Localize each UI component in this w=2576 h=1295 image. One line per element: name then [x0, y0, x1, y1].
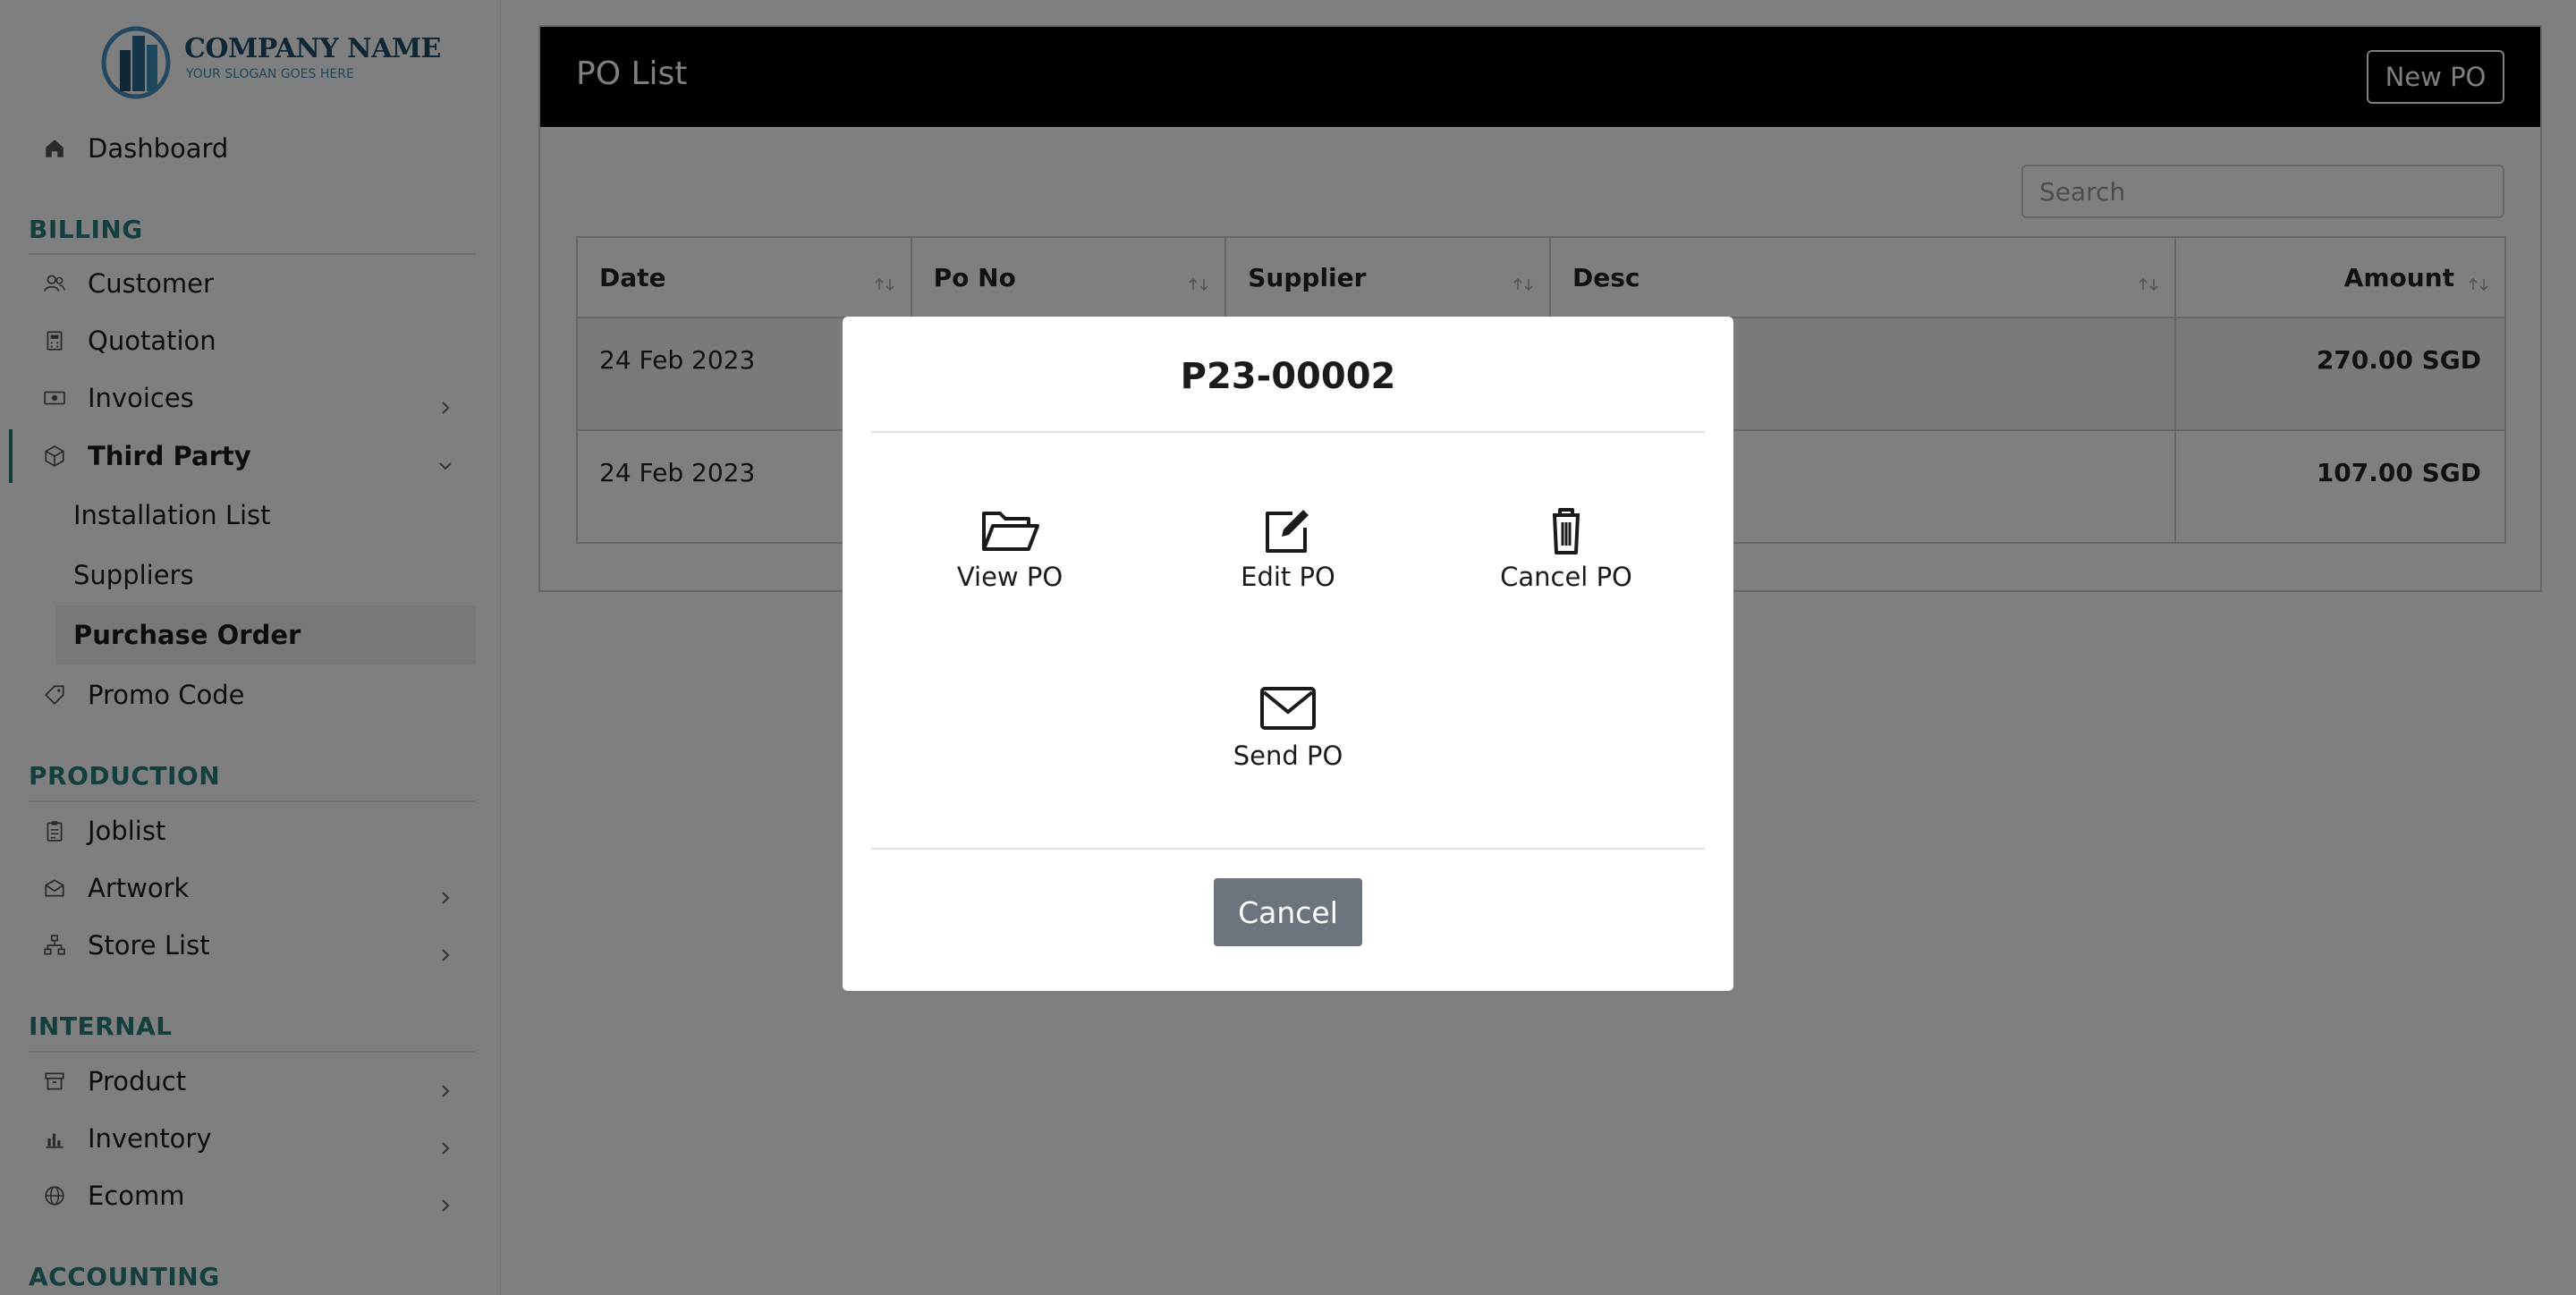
action-label: Cancel PO	[1500, 562, 1632, 592]
action-label: Send PO	[1233, 741, 1343, 771]
edit-po-action[interactable]: Edit PO	[1185, 504, 1391, 612]
modal-divider	[871, 848, 1705, 850]
modal-divider	[871, 431, 1705, 433]
folder-open-icon	[979, 504, 1041, 556]
action-label: View PO	[956, 562, 1063, 592]
modal-title: P23-00002	[1180, 356, 1396, 397]
action-label: Edit PO	[1241, 562, 1335, 592]
view-po-action[interactable]: View PO	[907, 504, 1113, 612]
edit-icon	[1257, 504, 1319, 556]
cancel-po-action[interactable]: Cancel PO	[1463, 504, 1669, 612]
send-po-action[interactable]: Send PO	[1185, 683, 1391, 791]
cancel-button[interactable]: Cancel	[1214, 878, 1362, 946]
envelope-icon	[1257, 683, 1319, 735]
trash-icon	[1535, 504, 1597, 556]
po-action-modal: P23-00002 View PO Edit PO Cancel PO Send…	[843, 317, 1733, 991]
